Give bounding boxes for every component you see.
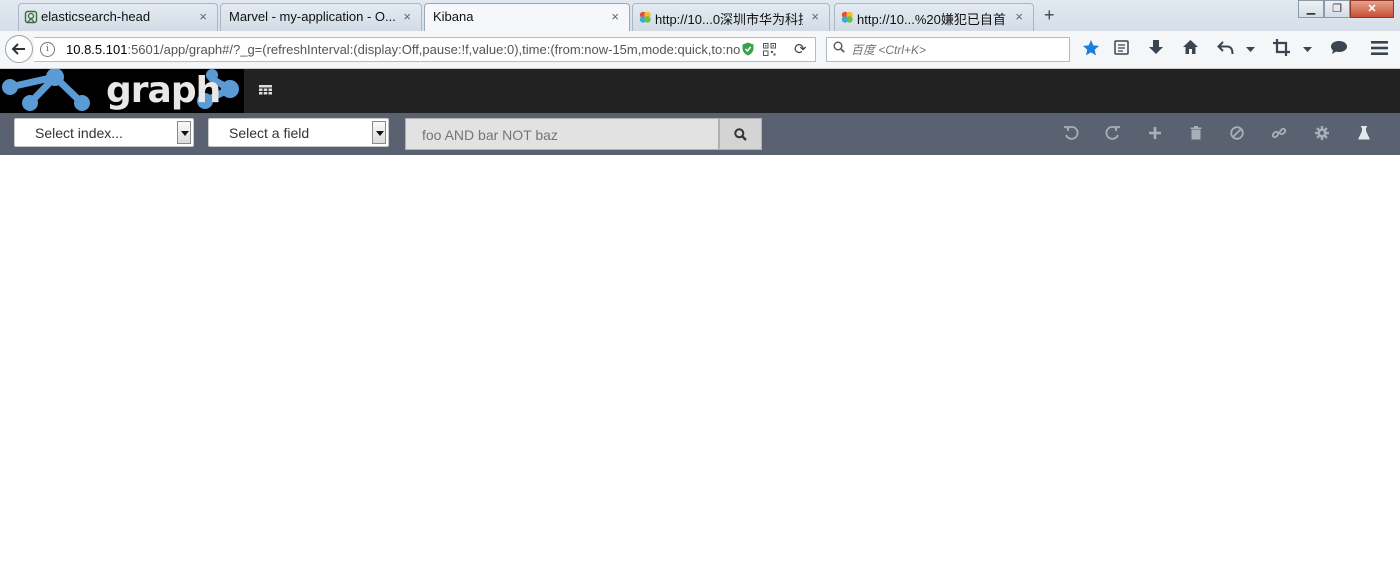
chat-bubble-icon[interactable] bbox=[1330, 40, 1348, 55]
reload-icon[interactable]: ⟳ bbox=[794, 40, 807, 58]
index-select-label: Select index... bbox=[35, 125, 123, 141]
trash-icon[interactable] bbox=[1188, 125, 1204, 141]
search-button[interactable] bbox=[719, 118, 762, 150]
download-icon[interactable] bbox=[1148, 39, 1164, 56]
tab-title: Kibana bbox=[433, 9, 474, 24]
shield-icon[interactable] bbox=[742, 42, 754, 56]
browser-nav-bar: i 10.8.5.101:5601/app/graph#/?_g=(refres… bbox=[0, 31, 1400, 69]
elasticsearch-head-icon bbox=[24, 10, 38, 24]
tab-close-icon[interactable]: × bbox=[811, 9, 819, 24]
ban-icon[interactable] bbox=[1229, 125, 1245, 141]
query-input[interactable] bbox=[420, 125, 714, 145]
kibana-header: graph bbox=[0, 69, 1400, 113]
query-box[interactable] bbox=[405, 118, 719, 150]
tab-close-icon[interactable]: × bbox=[1015, 9, 1023, 24]
url-path: :5601/app/graph#/?_g=(refreshInterval:(d… bbox=[127, 42, 741, 57]
link-icon[interactable] bbox=[1271, 125, 1287, 141]
plus-icon[interactable] bbox=[1147, 125, 1163, 141]
back-button[interactable] bbox=[5, 35, 33, 63]
back-arrow-icon bbox=[11, 43, 25, 55]
restore-button[interactable]: ❐ bbox=[1324, 0, 1350, 18]
new-tab-button[interactable]: + bbox=[1044, 5, 1055, 26]
qr-code-icon[interactable] bbox=[763, 43, 776, 56]
tab-close-icon[interactable]: × bbox=[403, 9, 411, 24]
tab-title: elasticsearch-head bbox=[41, 9, 151, 24]
tab-elasticsearch-head[interactable]: elasticsearch-head × bbox=[18, 3, 218, 31]
undo-close-tab-icon[interactable] bbox=[1217, 40, 1234, 55]
dropdown-arrow-icon[interactable] bbox=[372, 121, 386, 144]
search-box[interactable] bbox=[826, 37, 1070, 62]
hamburger-menu-icon[interactable] bbox=[1371, 41, 1388, 55]
field-select-label: Select a field bbox=[229, 125, 310, 141]
index-select[interactable]: Select index... bbox=[14, 118, 194, 147]
graph-toolbar: Select index... Select a field bbox=[0, 113, 1400, 155]
undo-icon[interactable] bbox=[1063, 125, 1079, 141]
field-select[interactable]: Select a field bbox=[208, 118, 389, 147]
tab-title: http://10...0深圳市华为科技 bbox=[655, 12, 803, 27]
tab-kibana[interactable]: Kibana × bbox=[424, 3, 630, 32]
colorful-favicon bbox=[639, 11, 651, 23]
tab-http-huawei[interactable]: http://10...0深圳市华为科技 × bbox=[632, 3, 830, 31]
tab-marvel[interactable]: Marvel - my-application - O... × bbox=[220, 3, 422, 31]
address-bar[interactable]: i 10.8.5.101:5601/app/graph#/?_g=(refres… bbox=[34, 37, 816, 62]
search-icon bbox=[833, 41, 845, 53]
url-text[interactable]: 10.8.5.101:5601/app/graph#/?_g=(refreshI… bbox=[66, 42, 740, 57]
tab-title: http://10...%20嫌犯已自首 bbox=[857, 12, 1006, 27]
crop-screenshot-icon[interactable] bbox=[1273, 39, 1290, 56]
tab-title: Marvel - my-application - O... bbox=[229, 9, 395, 24]
colorful-favicon bbox=[841, 11, 853, 23]
gear-icon[interactable] bbox=[1314, 125, 1330, 141]
graph-logo[interactable]: graph bbox=[0, 69, 244, 113]
browser-tab-strip: elasticsearch-head × Marvel - my-applica… bbox=[0, 0, 1400, 32]
chevron-down-icon[interactable] bbox=[1303, 47, 1312, 52]
bookmark-star-icon[interactable] bbox=[1082, 39, 1100, 57]
search-input[interactable] bbox=[849, 40, 1063, 60]
close-window-button[interactable]: ✕ bbox=[1350, 0, 1394, 18]
info-icon[interactable]: i bbox=[40, 42, 55, 57]
home-icon[interactable] bbox=[1182, 39, 1199, 55]
redo-icon[interactable] bbox=[1105, 125, 1121, 141]
search-icon bbox=[734, 128, 747, 141]
flask-icon[interactable] bbox=[1356, 125, 1372, 141]
url-host: 10.8.5.101 bbox=[66, 42, 128, 57]
minimize-button[interactable]: ▁ bbox=[1298, 0, 1324, 18]
table-grid-icon[interactable] bbox=[259, 85, 272, 95]
tab-http-suspect[interactable]: http://10...%20嫌犯已自首 × bbox=[834, 3, 1034, 31]
tab-close-icon[interactable]: × bbox=[199, 9, 207, 24]
logo-text: graph bbox=[106, 70, 221, 111]
dropdown-arrow-icon[interactable] bbox=[177, 121, 191, 144]
chevron-down-icon[interactable] bbox=[1246, 47, 1255, 52]
tab-close-icon[interactable]: × bbox=[611, 9, 619, 24]
reading-list-icon[interactable] bbox=[1114, 40, 1129, 55]
